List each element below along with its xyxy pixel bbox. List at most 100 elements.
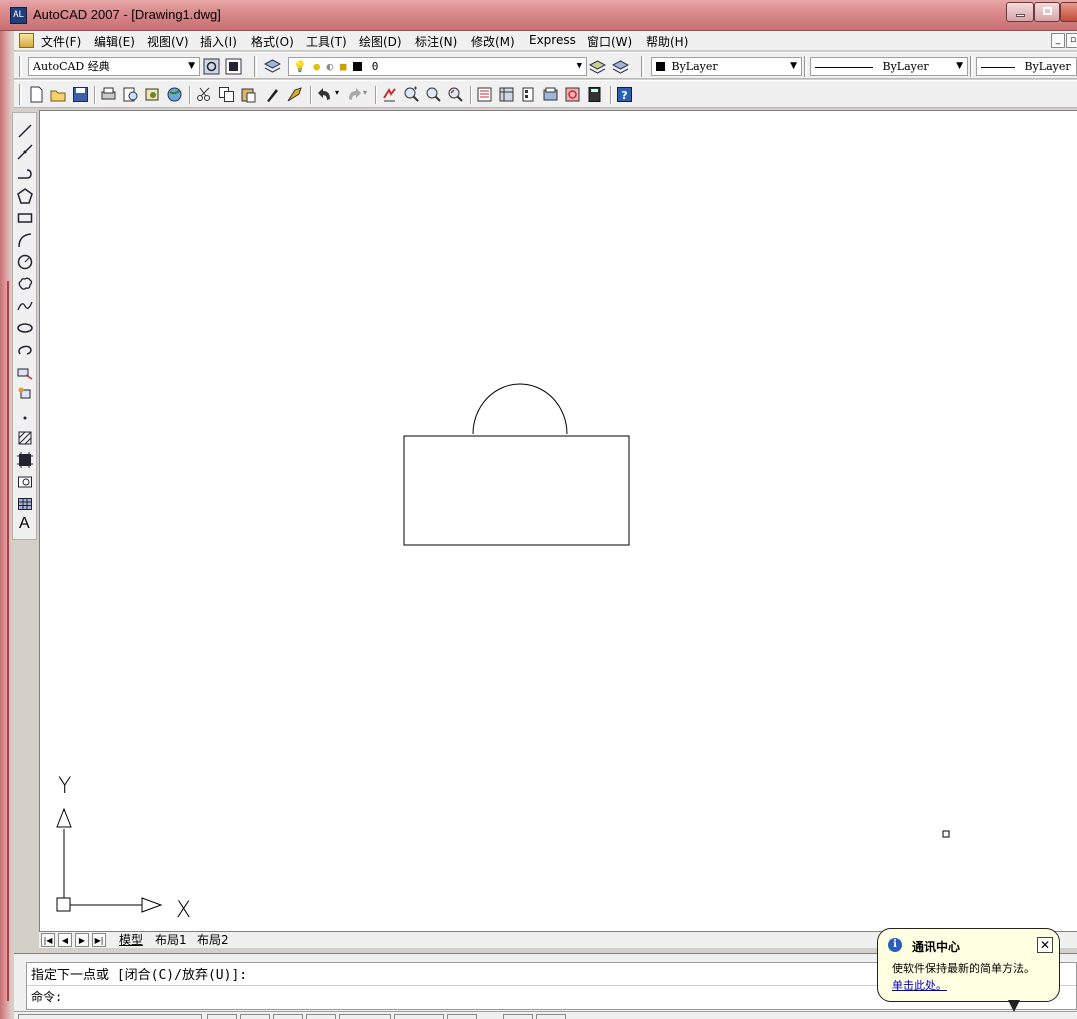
pan-icon[interactable] (381, 86, 398, 103)
tool-palettes-icon[interactable] (520, 86, 537, 103)
workspace-save-icon[interactable] (225, 58, 242, 75)
document-icon[interactable] (19, 33, 34, 48)
help-icon[interactable]: ? (616, 86, 633, 103)
menu-dimension[interactable]: 标注(N) (415, 33, 457, 50)
mdi-restore-button[interactable]: ▫ (1066, 33, 1077, 48)
undo-dropdown-icon[interactable]: ▾ (335, 88, 339, 97)
insert-block-icon[interactable] (17, 364, 33, 380)
drawing-area[interactable]: Y X (39, 110, 1077, 931)
menu-file[interactable]: 文件(F) (41, 33, 81, 50)
paste-icon[interactable] (240, 86, 257, 103)
rectangle-icon[interactable] (17, 210, 33, 226)
minimize-button[interactable] (1006, 2, 1034, 22)
calculator-icon[interactable] (586, 86, 603, 103)
close-window-button[interactable] (1060, 2, 1077, 22)
title-bar[interactable]: AL AutoCAD 2007 - [Drawing1.dwg] (0, 0, 1077, 31)
undo-icon[interactable] (317, 86, 334, 103)
mdi-minimize-button[interactable]: _ (1051, 33, 1065, 48)
copy-icon[interactable] (218, 86, 235, 103)
balloon-link[interactable]: 单击此处。 (892, 977, 947, 993)
multiline-text-icon[interactable]: A (19, 515, 30, 533)
toolbar-grip[interactable] (804, 56, 807, 77)
lwt-toggle[interactable] (503, 1014, 533, 1019)
line-tool-icon[interactable] (17, 123, 33, 139)
ortho-toggle[interactable] (273, 1014, 303, 1019)
menu-modify[interactable]: 修改(M) (471, 33, 515, 50)
ellipse-arc-icon[interactable] (17, 342, 33, 358)
menu-format[interactable]: 格式(O) (251, 33, 294, 50)
workspace-settings-icon[interactable] (203, 58, 220, 75)
menu-window[interactable]: 窗口(W) (587, 33, 632, 50)
polyline-icon[interactable] (17, 166, 33, 182)
cut-icon[interactable] (196, 86, 213, 103)
linetype-dropdown[interactable]: ByLayer ▼ (810, 57, 968, 76)
toolbar-grip[interactable] (19, 56, 22, 77)
osnap-toggle[interactable] (339, 1014, 391, 1019)
ellipse-icon[interactable] (17, 320, 33, 336)
zoom-window-icon[interactable] (425, 86, 442, 103)
hatch-icon[interactable] (17, 430, 33, 446)
layer-previous-icon[interactable] (612, 58, 629, 75)
toolbar-grip[interactable] (970, 56, 973, 77)
model-toggle[interactable] (536, 1014, 566, 1019)
spline-icon[interactable] (17, 298, 33, 314)
tab-layout2[interactable]: 布局2 (197, 933, 229, 948)
balloon-close-button[interactable]: ✕ (1037, 937, 1053, 953)
otrack-toggle[interactable] (394, 1014, 444, 1019)
toolbar-grip[interactable] (19, 84, 22, 105)
redo-dropdown-icon[interactable]: ▾ (363, 88, 367, 97)
polar-toggle[interactable] (306, 1014, 336, 1019)
make-block-icon[interactable] (17, 386, 33, 402)
markup-set-icon[interactable] (564, 86, 581, 103)
color-dropdown[interactable]: ByLayer ▼ (651, 57, 802, 76)
menu-tools[interactable]: 工具(T) (306, 33, 347, 50)
menu-help[interactable]: 帮助(H) (646, 33, 688, 50)
toolbar-grip[interactable] (641, 56, 644, 77)
region-icon[interactable] (17, 474, 33, 490)
preview-icon[interactable] (122, 86, 139, 103)
table-icon[interactable] (17, 496, 33, 512)
first-tab-button[interactable]: |◀ (41, 933, 55, 947)
tab-model[interactable]: 模型 (119, 933, 143, 948)
publish-icon[interactable] (144, 86, 161, 103)
block-editor-icon[interactable] (286, 86, 303, 103)
snap-toggle[interactable] (207, 1014, 237, 1019)
menu-express[interactable]: Express (529, 33, 576, 47)
last-tab-button[interactable]: ▶| (92, 933, 106, 947)
open-icon[interactable] (50, 86, 67, 103)
next-tab-button[interactable]: ▶ (75, 933, 89, 947)
point-icon[interactable] (17, 408, 33, 424)
command-prompt[interactable]: 命令: (31, 988, 62, 1005)
maximize-button[interactable] (1034, 2, 1060, 22)
tab-layout1[interactable]: 布局1 (155, 933, 187, 948)
publish-web-icon[interactable] (166, 86, 183, 103)
lineweight-dropdown[interactable]: ByLayer (976, 57, 1077, 76)
save-icon[interactable] (72, 86, 89, 103)
construction-line-icon[interactable] (17, 144, 33, 160)
design-center-icon[interactable] (498, 86, 515, 103)
zoom-realtime-icon[interactable] (403, 86, 420, 103)
properties-icon[interactable] (476, 86, 493, 103)
previous-tab-button[interactable]: ◀ (58, 933, 72, 947)
model-space-drawing[interactable]: Y X (40, 111, 1077, 932)
ducs-toggle[interactable] (447, 1014, 477, 1019)
layer-properties-icon[interactable] (264, 58, 281, 75)
gradient-icon[interactable] (17, 452, 33, 468)
arc-icon[interactable] (17, 232, 33, 248)
revision-cloud-icon[interactable] (17, 276, 33, 292)
circle-icon[interactable] (17, 254, 33, 270)
menu-insert[interactable]: 插入(I) (200, 33, 237, 50)
coordinates-readout[interactable] (18, 1014, 202, 1019)
redo-icon[interactable] (345, 86, 362, 103)
layer-dropdown[interactable]: 💡 ● ◐ ■ 0 ▼ (288, 57, 587, 76)
grid-toggle[interactable] (240, 1014, 270, 1019)
new-icon[interactable] (28, 86, 45, 103)
print-icon[interactable] (100, 86, 117, 103)
sheet-set-icon[interactable] (542, 86, 559, 103)
polygon-icon[interactable] (17, 188, 33, 204)
menu-draw[interactable]: 绘图(D) (359, 33, 402, 50)
matchprop-icon[interactable] (264, 86, 281, 103)
menu-edit[interactable]: 编辑(E) (94, 33, 135, 50)
toolbar-grip[interactable] (254, 56, 257, 77)
make-current-layer-icon[interactable] (589, 58, 606, 75)
